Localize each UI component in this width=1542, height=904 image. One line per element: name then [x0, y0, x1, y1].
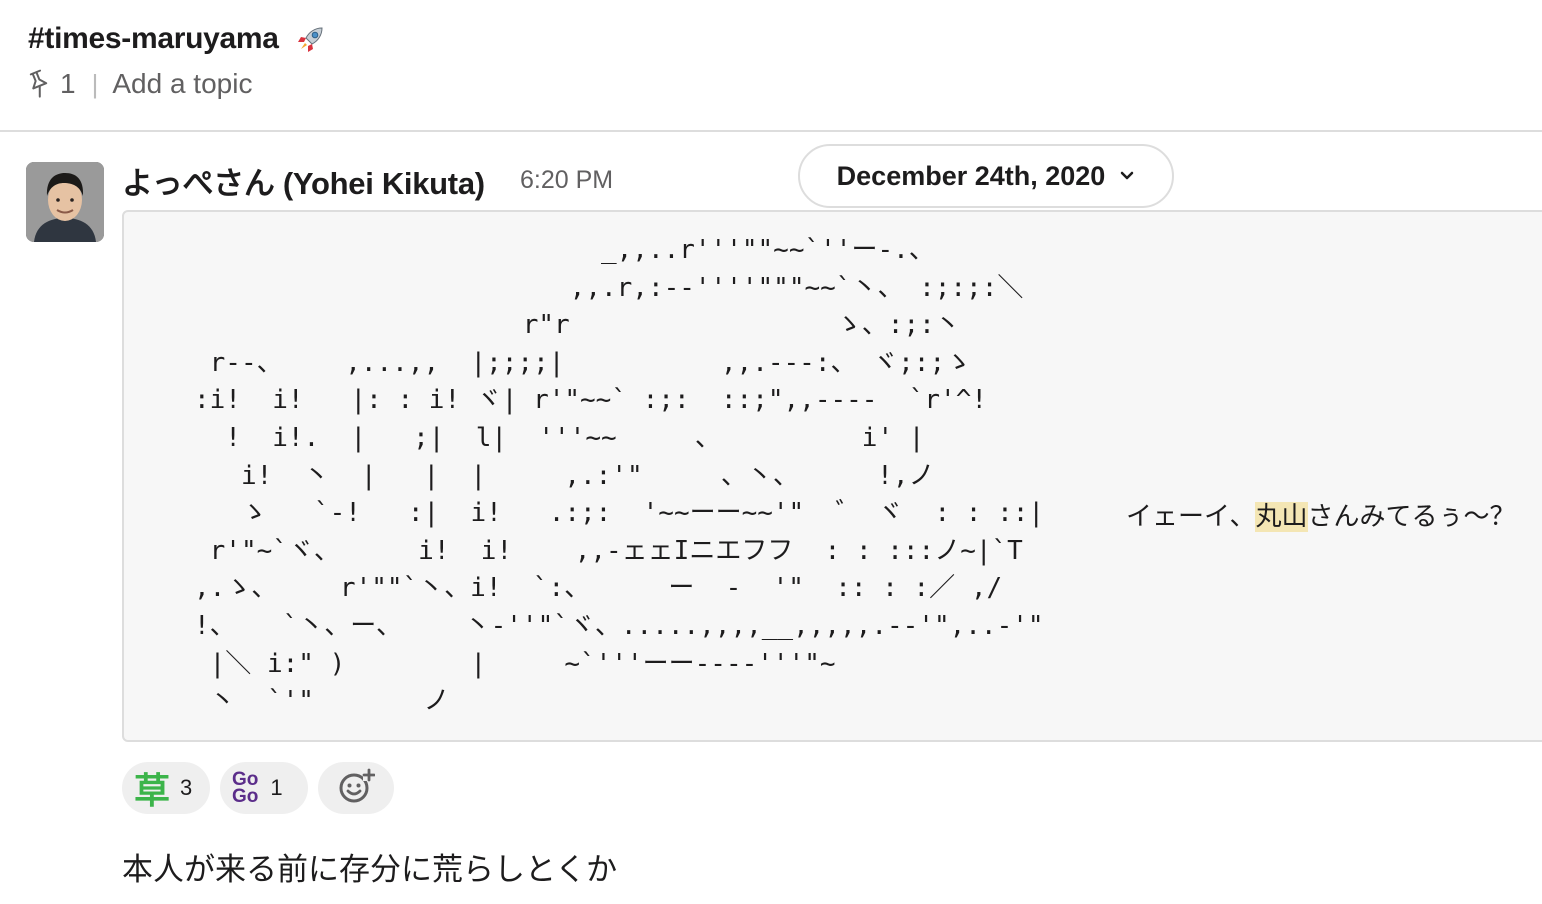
channel-name[interactable]: #times-maruyama — [28, 22, 279, 56]
channel-title[interactable]: #times-maruyama — [28, 22, 327, 56]
reaction-kusa[interactable]: 草 3 — [122, 762, 210, 814]
chevron-down-icon — [1119, 170, 1135, 182]
sender-name[interactable]: よっぺさん (Yohei Kikuta) — [122, 158, 485, 203]
pinned-count[interactable]: 1 — [60, 68, 76, 100]
channel-meta: 1 | Add a topic — [26, 68, 252, 100]
pin-icon[interactable] — [26, 69, 52, 99]
kusa-emoji-icon: 草 — [133, 770, 170, 811]
channel-header: #times-maruyama 1 | Add a topic — [0, 0, 1542, 132]
reaction-gogo[interactable]: Go Go 1 — [220, 762, 308, 814]
gogo-emoji-icon: Go Go — [232, 769, 259, 807]
rocket-icon — [295, 23, 327, 55]
add-topic-link[interactable]: Add a topic — [112, 68, 252, 100]
ascii-caption-start: イェーイ、 — [1126, 502, 1256, 532]
ascii-caption: イェーイ、丸山さんみてるぅ～？ — [1126, 496, 1516, 533]
avatar[interactable] — [26, 162, 104, 242]
meta-divider: | — [91, 68, 99, 99]
add-reaction-icon — [337, 767, 376, 810]
add-reaction-button[interactable] — [318, 762, 394, 814]
followup-message: 本人が来る前に存分に荒らしとくか — [122, 852, 618, 887]
date-divider-button[interactable]: December 24th, 2020 — [798, 144, 1174, 208]
highlighted-keyword: 丸山 — [1255, 502, 1308, 532]
date-label: December 24th, 2020 — [836, 160, 1106, 191]
ascii-art: _,,..r'''""~~`''ー-.、 ,,.r,:--''''"""~~`丶… — [194, 235, 1045, 717]
ascii-caption-end: さんみてるぅ～？ — [1307, 502, 1516, 532]
reactions-bar: 草 3 Go Go 1 — [122, 762, 404, 814]
reaction-count: 1 — [270, 775, 283, 800]
reaction-count: 3 — [180, 775, 193, 800]
message-timestamp[interactable]: 6:20 PM — [520, 166, 613, 195]
code-block: _,,..r'''""~~`''ー-.、 ,,.r,:--''''"""~~`丶… — [122, 210, 1542, 742]
